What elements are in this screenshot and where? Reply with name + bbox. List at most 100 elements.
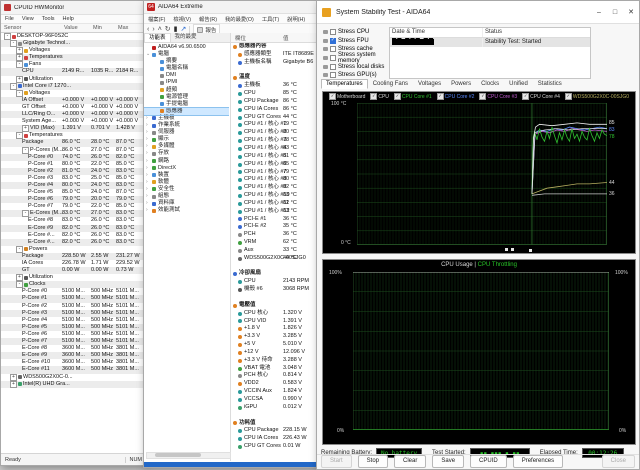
- collapse-icon[interactable]: -: [16, 246, 23, 253]
- legend-checkbox[interactable]: ✓: [370, 93, 377, 100]
- grid-row[interactable]: WDS500G2X0C-00SJG044 °C: [231, 255, 320, 263]
- hw-menu-tools[interactable]: Tools: [38, 16, 59, 22]
- table-row[interactable]: P-Core #35100 M...500 MHz5101 M...: [1, 310, 145, 317]
- grid-row[interactable]: PCH36 °C: [231, 231, 320, 239]
- tree-arrow-icon[interactable]: ›: [146, 158, 150, 165]
- table-row[interactable]: P-Core #679.0 °C20.0 °C79.0 °C: [1, 196, 145, 203]
- legend-checkbox[interactable]: ✓: [479, 93, 486, 100]
- grid-row[interactable]: CPU #1 / 核心 #378 °C: [231, 137, 320, 145]
- table-row[interactable]: +WDS500G2X0C-0...: [1, 374, 145, 381]
- sidebar-item[interactable]: 電源管理: [144, 94, 229, 101]
- expand-icon[interactable]: +: [16, 76, 23, 83]
- table-row[interactable]: -Powers: [1, 246, 145, 253]
- table-row[interactable]: P-Core #05100 M...500 MHz5101 M...: [1, 288, 145, 295]
- grid-row[interactable]: CPU #1 / 核心 #581 °C: [231, 153, 320, 161]
- table-row[interactable]: Package228.50 W2.55 W231.27 W: [1, 253, 145, 260]
- log-row[interactable]: ██ ███ ██Stability Test: Started: [390, 38, 590, 47]
- table-row[interactable]: E-Core #83600 M...500 MHz3801 M...: [1, 345, 145, 352]
- table-row[interactable]: P-Core #383.0 °C25.0 °C85.0 °C: [1, 175, 145, 182]
- table-row[interactable]: -Fans: [1, 61, 145, 68]
- table-row[interactable]: LLC/Ring O...+0.000 V+0.000 V+0.000 V: [1, 111, 145, 118]
- grid-row[interactable]: 主機板名稱Gigabyte B6: [231, 59, 320, 67]
- aida-menu-1[interactable]: 檢視(V): [169, 15, 195, 23]
- collapse-icon[interactable]: -: [16, 132, 23, 139]
- tree-arrow-icon[interactable]: ›: [146, 115, 150, 122]
- tree-arrow-icon[interactable]: ›: [146, 179, 150, 186]
- sidebar-item[interactable]: ›DirectX: [144, 165, 229, 172]
- tree-arrow-icon[interactable]: ›: [146, 150, 150, 157]
- tree-arrow-icon[interactable]: ›: [146, 186, 150, 193]
- legend-checkbox[interactable]: ✓: [437, 93, 444, 100]
- expand-icon[interactable]: +: [16, 47, 23, 54]
- tab-favorites[interactable]: 我的最愛: [171, 33, 201, 42]
- grid-row[interactable]: +3.3 V 待命3.288 V: [231, 357, 320, 365]
- table-row[interactable]: CPU2149 R...1035 R...2184 R...: [1, 68, 145, 75]
- tab-unified[interactable]: Unified: [504, 79, 533, 89]
- sidebar-item[interactable]: ›裝置: [144, 172, 229, 179]
- sidebar-item[interactable]: ›效能測試: [144, 207, 229, 214]
- table-row[interactable]: -DESKTOP-96F0S2C: [1, 33, 145, 40]
- sidebar-item[interactable]: 手提電腦: [144, 101, 229, 108]
- maximize-button[interactable]: □: [607, 1, 623, 23]
- table-row[interactable]: -Clocks: [1, 281, 145, 288]
- grid-row[interactable]: CPU Package228.15 W: [231, 427, 320, 435]
- grid-row[interactable]: +5 V5.010 V: [231, 341, 320, 349]
- sidebar-item[interactable]: ›資料庫: [144, 200, 229, 207]
- grid-row[interactable]: CPU 核心1.320 V: [231, 310, 320, 318]
- table-row[interactable]: P-Core #55100 M...500 MHz5101 M...: [1, 324, 145, 331]
- sidebar-item[interactable]: ›存放: [144, 150, 229, 157]
- sidebar-item[interactable]: ›顯示: [144, 136, 229, 143]
- aida-menu-0[interactable]: 檔案(F): [144, 15, 169, 23]
- save-button[interactable]: Save: [432, 455, 464, 468]
- checkbox-stress-fpu[interactable]: ✓: [330, 38, 336, 44]
- grid-row[interactable]: CPU2143 RPM: [231, 278, 320, 286]
- grid-row[interactable]: CPU #1 / 核心 #1283 °C: [231, 208, 320, 216]
- aida-menu-4[interactable]: 工具(T): [258, 15, 283, 23]
- table-row[interactable]: -Gigabyte Technol...: [1, 40, 145, 47]
- checkbox-stress-cache[interactable]: [330, 46, 336, 52]
- table-row[interactable]: +VID (Max)1.391 V0.701 V1.428 V: [1, 125, 145, 132]
- collapse-icon[interactable]: -: [4, 33, 11, 40]
- grid-row[interactable]: VCCSA0.990 V: [231, 396, 320, 404]
- expand-icon[interactable]: +: [16, 274, 23, 281]
- table-row[interactable]: +Utilization: [1, 76, 145, 83]
- table-row[interactable]: +Voltages: [1, 47, 145, 54]
- stability-titlebar[interactable]: System Stability Test - AIDA64 – □ ✕: [317, 1, 639, 24]
- tab-powers[interactable]: Powers: [446, 79, 476, 89]
- table-row[interactable]: P-Core #15100 M...500 MHz5101 M...: [1, 295, 145, 302]
- table-row[interactable]: P-Core #480.0 °C24.0 °C83.0 °C: [1, 182, 145, 189]
- table-row[interactable]: P-Core #779.0 °C22.0 °C85.0 °C: [1, 203, 145, 210]
- table-row[interactable]: P-Core #25100 M...500 MHz5101 M...: [1, 303, 145, 310]
- table-row[interactable]: E-Core #103600 M...500 MHz3801 M...: [1, 359, 145, 366]
- table-row[interactable]: P-Core #281.0 °C24.0 °C83.0 °C: [1, 168, 145, 175]
- tree-arrow-icon[interactable]: ›: [146, 172, 150, 179]
- table-row[interactable]: -E-Cores (M...83.0 °C27.0 °C83.0 °C: [1, 210, 145, 217]
- table-row[interactable]: IA Cores226.78 W1.71 W229.52 W: [1, 260, 145, 267]
- grid-row[interactable]: CPU #1 / 核心 #483 °C: [231, 145, 320, 153]
- sidebar-item-selected[interactable]: 感應器: [144, 108, 229, 115]
- expand-icon[interactable]: +: [22, 125, 29, 132]
- sidebar-item[interactable]: ›安全性: [144, 186, 229, 193]
- checkbox-stress-cpu[interactable]: [330, 29, 336, 35]
- expand-icon[interactable]: +: [10, 381, 17, 388]
- close-button[interactable]: ✕: [623, 1, 639, 23]
- grid-row[interactable]: VDD20.583 V: [231, 380, 320, 388]
- sidebar-item[interactable]: AIDA64 v6.90.6500: [144, 44, 229, 51]
- sidebar-item[interactable]: ›組態: [144, 193, 229, 200]
- grid-row[interactable]: 主機板36 °C: [231, 82, 320, 90]
- tab-menu[interactable]: 功能表: [144, 33, 171, 42]
- grid-row[interactable]: 功耗值: [231, 420, 320, 428]
- grid-row[interactable]: CPU VID1.391 V: [231, 318, 320, 326]
- tree-arrow-icon[interactable]: ›: [146, 193, 150, 200]
- table-row[interactable]: E-Core #883.0 °C26.0 °C83.0 °C: [1, 217, 145, 224]
- table-row[interactable]: Package86.0 °C28.0 °C87.0 °C: [1, 139, 145, 146]
- clear-button[interactable]: Clear: [394, 455, 426, 468]
- hw-menu-file[interactable]: File: [1, 16, 18, 22]
- grid-row[interactable]: Aux33 °C: [231, 247, 320, 255]
- legend-checkbox[interactable]: ✓: [394, 93, 401, 100]
- grid-row[interactable]: VCCIN Aux1.824 V: [231, 388, 320, 396]
- preferences-button[interactable]: Preferences: [513, 455, 563, 468]
- minimize-button[interactable]: –: [591, 1, 607, 23]
- tree-arrow-icon[interactable]: ›: [146, 122, 150, 129]
- table-row[interactable]: System Age...+0.000 V+0.000 V+0.000 V: [1, 118, 145, 125]
